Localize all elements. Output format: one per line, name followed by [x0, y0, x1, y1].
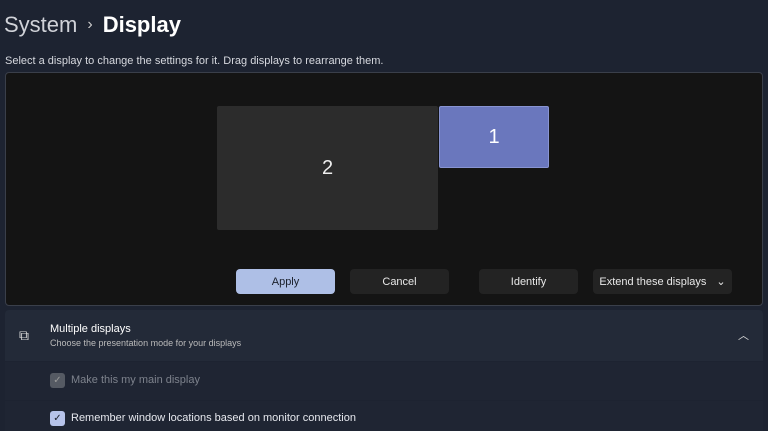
remember-locations-option: ✓ Remember window locations based on mon… [5, 401, 763, 431]
main-display-checkbox[interactable]: ✓ [50, 373, 65, 388]
cancel-button[interactable]: Cancel [350, 269, 449, 294]
section-subtitle: Choose the presentation mode for your di… [50, 338, 242, 348]
chevron-right-icon: › [87, 16, 93, 33]
breadcrumb-system[interactable]: System [4, 12, 77, 38]
multiple-displays-header[interactable]: ⧉ Multiple displays Choose the presentat… [5, 310, 763, 361]
monitor-2[interactable]: 2 [217, 106, 438, 230]
identify-button[interactable]: Identify [479, 269, 578, 294]
apply-button[interactable]: Apply [236, 269, 335, 294]
display-arrangement-area: 2 1 Apply Cancel Identify Extend these d… [5, 72, 763, 306]
chevron-down-icon: ⌄ [716, 276, 726, 288]
multi-monitor-icon: ⧉ [19, 327, 29, 343]
section-title: Multiple displays [50, 323, 131, 335]
instructions-text: Select a display to change the settings … [5, 55, 384, 67]
breadcrumb: System › Display [4, 12, 181, 38]
remember-locations-label: Remember window locations based on monit… [71, 412, 356, 424]
display-mode-value: Extend these displays [599, 275, 707, 288]
remember-locations-checkbox[interactable]: ✓ [50, 411, 65, 426]
main-display-option: ✓ Make this my main display [5, 362, 763, 400]
page-title: Display [102, 12, 181, 37]
chevron-up-icon[interactable]: ︿ [738, 327, 749, 343]
monitor-1[interactable]: 1 [439, 106, 549, 168]
main-display-label: Make this my main display [71, 374, 200, 386]
display-mode-dropdown[interactable]: Extend these displays ⌄ [593, 269, 732, 294]
